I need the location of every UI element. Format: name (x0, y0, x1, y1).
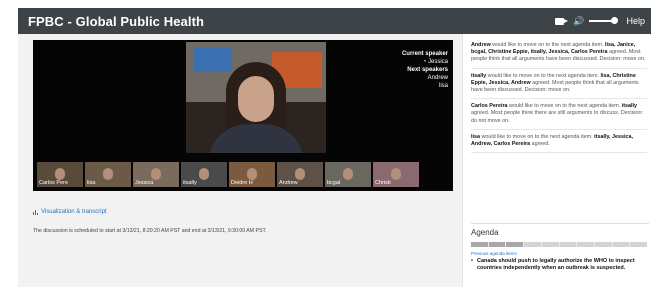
next-speaker-1: Andrew (427, 75, 448, 81)
visualization-link-label: Visualization & transcript (41, 209, 107, 215)
app-title: FPBC - Global Public Health (28, 13, 205, 29)
transcript-entry: itsally would like to move on to the nex… (471, 73, 647, 100)
participant-thumbnail[interactable]: Carlos Pere (37, 162, 83, 187)
current-speaker-label: Current speaker (401, 51, 448, 57)
participant-name: bcgal (327, 180, 341, 186)
transcript-tail: agreed. Most people think there are stil… (471, 110, 643, 124)
agenda-progress-segment (594, 242, 612, 247)
video-panel: Current speaker ◔ Jessica Next speakers … (33, 40, 453, 191)
participant-thumbnail[interactable]: Deidre H (229, 162, 275, 187)
clock-icon: ◔ (422, 59, 427, 65)
participant-head (103, 168, 113, 180)
participant-name: Deidre H (231, 180, 253, 186)
agenda-title: Agenda (471, 223, 649, 237)
volume-icon[interactable]: 🔊 (573, 16, 584, 27)
volume-slider[interactable] (589, 17, 619, 24)
transcript-panel[interactable]: Andrew would like to move on to the next… (471, 42, 647, 214)
speaker-face (238, 76, 274, 122)
schedule-text: The discussion is scheduled to start at … (33, 228, 267, 234)
participant-name: Andrew (279, 180, 298, 186)
participant-name: itsally (183, 180, 197, 186)
help-link[interactable]: Help (626, 16, 645, 26)
previous-agenda-link[interactable]: Previous agenda items (471, 251, 649, 256)
participant-head (55, 168, 65, 180)
participant-thumbnail[interactable]: Jessica (133, 162, 179, 187)
transcript-entry: Andrew would like to move on to the next… (471, 42, 647, 69)
transcript-text: would like to move on to the next agenda… (507, 103, 622, 110)
visualization-link[interactable]: Visualization & transcript (33, 209, 107, 215)
transcript-text: would like to move on to the next agenda… (480, 133, 595, 140)
next-speaker-2: lisa (438, 83, 448, 89)
active-speaker-video (186, 42, 326, 153)
transcript-agreers: itsally (621, 103, 638, 110)
chart-icon (33, 209, 38, 215)
agenda-progress-segment (471, 242, 488, 247)
agenda-progress-segment (541, 242, 559, 247)
participant-name: Carlos Pere (39, 180, 69, 186)
transcript-entry: Carlos Pereira would like to move on to … (471, 103, 647, 130)
media-controls: 🔊 Help (555, 8, 645, 34)
transcript-speaker: Andrew (471, 42, 491, 48)
transcript-speaker: lisa (471, 133, 480, 140)
participant-head (247, 168, 257, 180)
agenda-progress-segment (577, 242, 594, 247)
agenda-progress-segment (559, 242, 577, 247)
title-bar: FPBC - Global Public Health 🔊 Help (18, 8, 651, 34)
participant-thumbnail[interactable]: itsally (181, 162, 227, 187)
participant-thumbnail[interactable]: lisa (85, 162, 131, 187)
agenda-progress-segment (612, 242, 630, 247)
participant-head (295, 168, 305, 180)
current-agenda-item: Canada should push to legally authorize … (471, 258, 649, 273)
participant-head (199, 168, 209, 180)
wall-art-left (194, 48, 232, 72)
transcript-entry: lisa would like to move on to the next a… (471, 133, 647, 154)
transcript-speaker: itsally (471, 72, 487, 79)
transcript-text: would like to move on to the next agenda… (490, 42, 605, 48)
participant-name: lisa (87, 180, 96, 186)
agenda-panel: Agenda Previous agenda items Canada shou… (471, 223, 649, 273)
agenda-progress-segment (506, 242, 524, 247)
participant-head (343, 168, 353, 180)
speaker-info: Current speaker ◔ Jessica Next speakers … (402, 50, 448, 90)
speaker-body (208, 124, 304, 153)
next-speakers-label: Next speakers (407, 67, 448, 73)
participant-name: Christi (375, 180, 391, 186)
agenda-progress (471, 242, 648, 247)
participant-head (151, 168, 161, 180)
participant-head (391, 168, 401, 180)
current-speaker-name: Jessica (427, 59, 448, 65)
transcript-speaker: Carlos Pereira (471, 103, 508, 110)
participant-thumbnail[interactable]: Andrew (277, 162, 323, 187)
participant-name: Jessica (135, 180, 154, 186)
participant-strip: Carlos Pere lisa Jessica itsally Deidre H And… (37, 162, 449, 187)
agenda-progress-segment (630, 242, 648, 247)
transcript-text: would like to move on to the next agenda… (486, 72, 601, 79)
sidebar: Andrew would like to move on to the next… (462, 34, 651, 287)
camera-icon[interactable] (555, 17, 569, 25)
participant-thumbnail[interactable]: Christi (373, 162, 419, 187)
main-area: Current speaker ◔ Jessica Next speakers … (18, 34, 651, 287)
participant-thumbnail[interactable]: bcgal (325, 162, 371, 187)
agenda-progress-segment (488, 242, 506, 247)
transcript-tail: agreed. (530, 141, 550, 148)
agenda-progress-segment (524, 242, 541, 247)
